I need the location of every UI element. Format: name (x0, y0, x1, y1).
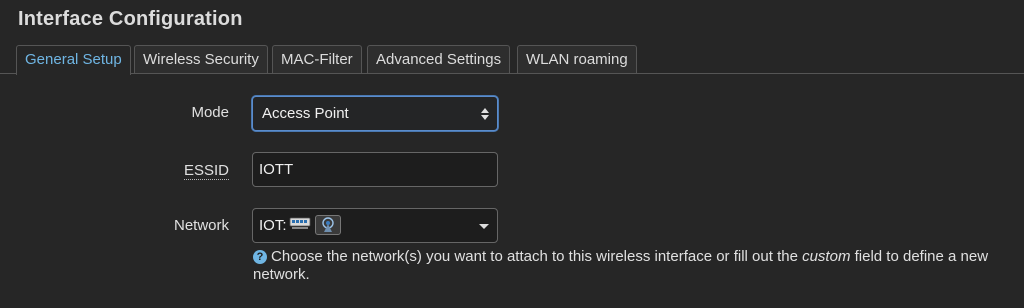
page-title: Interface Configuration (18, 8, 243, 30)
help-emphasis: custom (802, 248, 851, 265)
network-dropdown[interactable]: IOT: (252, 208, 498, 243)
tab-mac-filter[interactable]: MAC-Filter (272, 45, 362, 73)
essid-label: ESSID (184, 162, 230, 180)
ethernet-ports-icon (289, 215, 315, 235)
tab-advanced-settings[interactable]: Advanced Settings (367, 45, 511, 73)
tab-wireless-security[interactable]: Wireless Security (134, 45, 268, 73)
essid-input[interactable]: IOTT (252, 152, 498, 187)
wireless-antenna-icon (315, 215, 341, 235)
interface-configuration-page: Interface Configuration General Setup Wi… (0, 0, 1024, 308)
chevron-down-icon (479, 224, 489, 229)
mode-label: Mode (191, 104, 229, 121)
select-arrows-icon (481, 108, 489, 120)
mode-select[interactable]: Access Point (252, 96, 498, 131)
essid-input-value: IOTT (259, 161, 294, 178)
network-label: Network (173, 217, 229, 234)
tab-wlan-roaming[interactable]: WLAN roaming (517, 45, 637, 73)
network-help-text: ? Choose the network(s) you want to attac… (253, 248, 989, 283)
help-icon: ? (253, 250, 267, 264)
mode-select-value: Access Point (262, 105, 349, 122)
network-dropdown-value: IOT: (259, 217, 287, 234)
tab-general-setup[interactable]: General Setup (16, 45, 131, 75)
